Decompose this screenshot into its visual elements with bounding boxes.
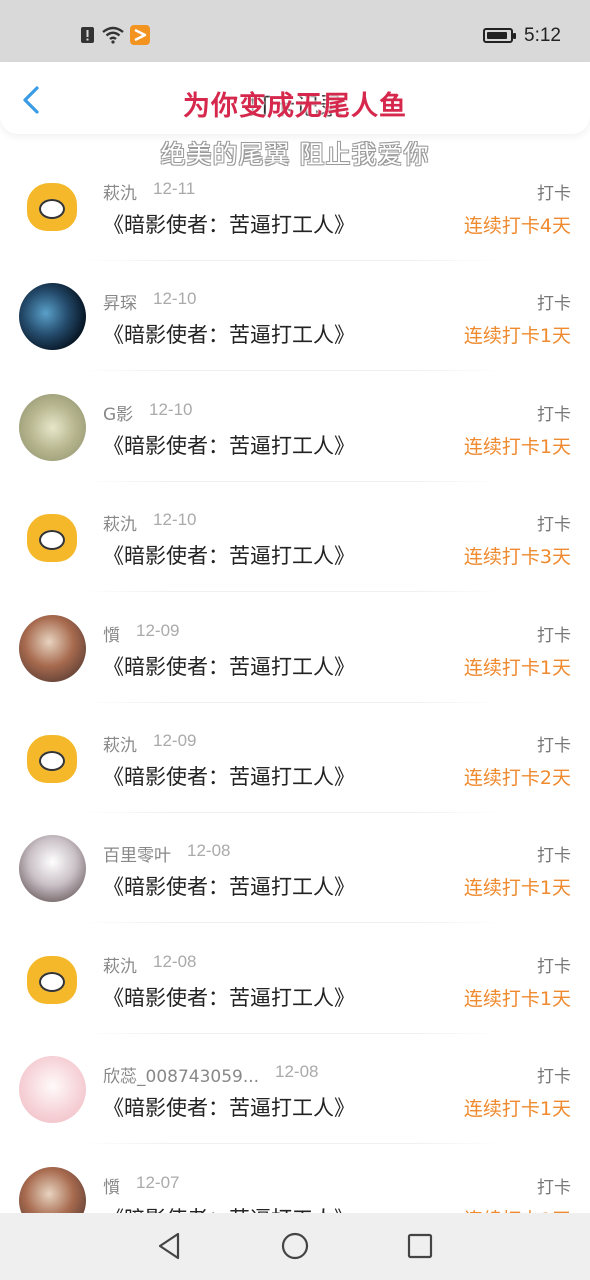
checkin-record-row[interactable]: 萩氿 12-10 打卡《暗影使者：苦逼打工人》 连续打卡3天 (0, 482, 590, 593)
user-name: 百里零叶 (103, 846, 171, 867)
user-name: 萩氿 (103, 515, 137, 536)
alert-icon (81, 27, 94, 43)
book-title: 《暗影使者：苦逼打工人》 (103, 323, 355, 348)
avatar[interactable] (19, 945, 86, 1013)
record-date: 12-07 (136, 1172, 180, 1192)
record-date: 12-08 (153, 951, 197, 971)
checkin-record-row[interactable]: 昇琛 12-10 打卡《暗影使者：苦逼打工人》 连续打卡1天 (0, 261, 590, 372)
record-date: 12-10 (153, 289, 197, 309)
book-title: 《暗影使者：苦逼打工人》 (103, 544, 355, 569)
avatar[interactable] (19, 724, 86, 792)
home-circle-icon[interactable] (280, 1231, 310, 1261)
book-title: 《暗影使者：苦逼打工人》 (103, 764, 355, 789)
checkin-record-row[interactable]: G影 12-10 打卡《暗影使者：苦逼打工人》 连续打卡1天 (0, 372, 590, 482)
action-label: 打卡 (537, 735, 571, 756)
streak-label: 连续打卡1天 (463, 656, 571, 679)
record-date: 12-10 (153, 510, 197, 530)
streak-label: 连续打卡2天 (463, 766, 571, 789)
action-label: 打卡 (537, 515, 571, 536)
avatar[interactable] (19, 614, 86, 682)
user-name: 懫 (103, 1177, 120, 1198)
status-time: 5:12 (524, 25, 561, 46)
checkin-record-row[interactable]: 百里零叶 12-08 打卡《暗影使者：苦逼打工人》 连续打卡1天 (0, 813, 590, 924)
avatar[interactable] (19, 393, 86, 461)
avatar[interactable] (19, 283, 86, 351)
streak-label: 连续打卡3天 (463, 546, 571, 569)
checkin-record-row[interactable]: 萩氿 12-08 打卡《暗影使者：苦逼打工人》 连续打卡1天 (0, 924, 590, 1034)
avatar[interactable] (19, 173, 86, 240)
action-label: 打卡 (537, 956, 571, 977)
book-title: 《暗影使者：苦逼打工人》 (103, 213, 355, 237)
book-title: 《暗影使者：苦逼打工人》 (103, 654, 355, 679)
streak-label: 连续打卡1天 (463, 1098, 571, 1121)
checkin-record-list: 萩氿 12-11 打卡 《暗影使者：苦逼打工人》 连续打卡4天 昇琛 12-10 打卡 《暗影使… (0, 151, 590, 1255)
back-triangle-icon[interactable] (155, 1231, 185, 1261)
avatar[interactable] (19, 835, 86, 903)
record-date: 12-08 (275, 1062, 319, 1082)
streak-label: 连续打卡4天 (463, 215, 571, 237)
recents-square-icon[interactable] (405, 1231, 435, 1261)
battery-fill (487, 32, 507, 39)
user-name: 昇琛 (103, 294, 137, 315)
action-label: 打卡 (537, 294, 571, 315)
action-label: 打卡 (537, 1177, 571, 1198)
action-label: 打卡 (537, 846, 571, 867)
checkin-record-row[interactable]: 欣蕊_008743059... 12-08 打卡《暗影使者：苦逼打工人》 连续打卡1天 (0, 1034, 590, 1145)
wifi-icon (102, 26, 124, 44)
action-label: 打卡 (537, 184, 571, 204)
streak-label: 连续打卡1天 (463, 987, 571, 1010)
checkin-record-row[interactable]: 懫 12-09 打卡《暗影使者：苦逼打工人》 连续打卡1天 (0, 593, 590, 703)
streak-label: 连续打卡1天 (463, 325, 571, 348)
checkin-record-row[interactable]: 萩氿 12-09 打卡《暗影使者：苦逼打工人》 连续打卡2天 (0, 703, 590, 813)
media-play-icon (130, 25, 150, 45)
user-name: 萩氿 (103, 735, 137, 756)
user-name: 萩氿 (103, 956, 137, 977)
record-date: 12-09 (136, 620, 180, 640)
system-nav-bar (0, 1213, 590, 1280)
avatar[interactable] (19, 504, 86, 572)
record-date: 12-08 (187, 841, 231, 861)
battery-icon (483, 28, 516, 43)
book-title: 《暗影使者：苦逼打工人》 (103, 1096, 355, 1121)
record-date: 12-10 (149, 399, 193, 419)
status-icons (80, 25, 150, 45)
streak-label: 连续打卡1天 (463, 877, 571, 900)
user-name: G影 (103, 404, 134, 425)
streak-label: 连续打卡1天 (463, 435, 571, 458)
action-label: 打卡 (537, 625, 571, 646)
lyric-overlay-line2: 绝美的尾翼 阻止我爱你 (160, 140, 430, 169)
book-title: 《暗影使者：苦逼打工人》 (103, 433, 355, 458)
user-name: 欣蕊_008743059... (103, 1067, 260, 1088)
action-label: 打卡 (537, 404, 571, 425)
user-name: 懫 (103, 625, 120, 646)
user-name: 萩氿 (103, 184, 137, 204)
lyric-overlay-line1: 为你变成无尾人鱼 (183, 91, 407, 122)
avatar[interactable] (19, 1056, 86, 1124)
record-date: 12-09 (153, 730, 197, 750)
action-label: 打卡 (537, 1067, 571, 1088)
status-bar: 5:12 (0, 0, 590, 62)
record-date: 12-11 (153, 179, 196, 198)
book-title: 《暗影使者：苦逼打工人》 (103, 985, 355, 1010)
book-title: 《暗影使者：苦逼打工人》 (103, 875, 355, 900)
header: 打卡记录 为你变成无尾人鱼 (0, 62, 590, 134)
